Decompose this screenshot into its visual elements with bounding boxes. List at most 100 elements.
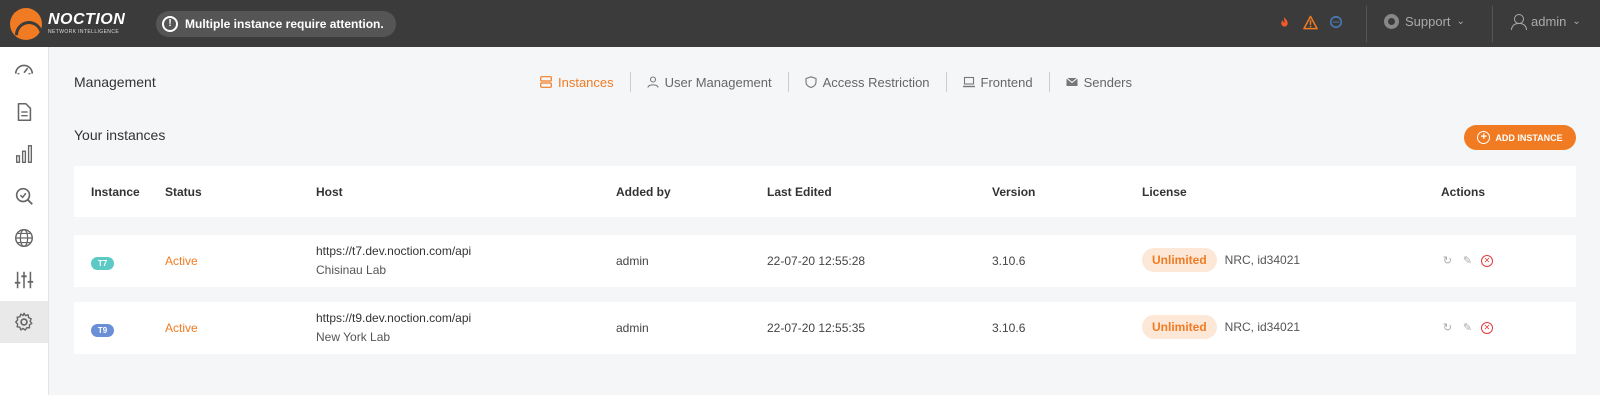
column-header-host: Host [316, 185, 343, 199]
instance-badge: T9 [91, 324, 114, 337]
logo-text: NOCTION NETWORK INTELLIGENCE [48, 12, 125, 35]
tab-instances[interactable]: Instances [540, 75, 630, 90]
instance-badge: T7 [91, 257, 114, 270]
user-label: admin [1531, 14, 1567, 29]
license-cell: Unlimited NRC, id34021 [1142, 248, 1300, 272]
tab-senders[interactable]: Senders [1050, 75, 1148, 90]
envelope-icon [1065, 77, 1078, 86]
add-instance-button[interactable]: + ADD INSTANCE [1464, 125, 1576, 150]
tab-access-restriction[interactable]: Access Restriction [789, 75, 946, 90]
lifebuoy-icon [1384, 14, 1399, 29]
user-icon [1511, 14, 1527, 30]
edit-icon[interactable]: ✎ [1461, 321, 1474, 334]
column-header-version: Version [992, 185, 1036, 199]
added-by-text: admin [616, 321, 649, 335]
chat-icon[interactable] [1328, 14, 1344, 30]
column-header-actions: Actions [1441, 185, 1486, 199]
topbar-divider [1492, 6, 1493, 42]
fire-icon[interactable] [1276, 14, 1292, 30]
notification-icons [1276, 14, 1344, 30]
sidebar-item-network[interactable] [0, 217, 48, 259]
logo[interactable]: NOCTION NETWORK INTELLIGENCE [10, 7, 140, 40]
sidebar-item-settings[interactable] [0, 301, 48, 343]
sliders-icon [14, 271, 34, 289]
row-actions: ↻ ✎ ✕ [1441, 254, 1493, 267]
alert-text: Multiple instance require attention. [185, 16, 384, 31]
chevron-down-icon: ⌄ [1456, 16, 1465, 27]
column-header-license: License [1142, 185, 1187, 199]
sidebar-item-configuration[interactable] [0, 259, 48, 301]
delete-icon[interactable]: ✕ [1481, 254, 1493, 267]
license-cell: Unlimited NRC, id34021 [1142, 315, 1300, 339]
section-title: Your instances [74, 127, 166, 143]
version-text: 3.10.6 [992, 254, 1026, 268]
tab-label: Senders [1083, 74, 1132, 90]
status-text: Active [165, 321, 198, 335]
plus-circle-icon: + [1477, 131, 1491, 144]
row-actions: ↻ ✎ ✕ [1441, 321, 1493, 334]
document-icon [17, 102, 32, 122]
license-badge: Unlimited [1142, 248, 1217, 272]
page-title: Management [74, 74, 156, 90]
instance-cell: T9 [91, 322, 114, 337]
sidebar-item-graphs[interactable] [0, 133, 48, 175]
laptop-icon [962, 76, 975, 88]
management-tabs: Instances User Management Access Restric… [540, 72, 1148, 92]
last-edited-text: 22-07-20 12:55:35 [767, 321, 866, 335]
table-row[interactable]: T9 Active https://t9.dev.noction.com/api… [74, 302, 1576, 354]
alert-icon: ! [162, 15, 178, 32]
globe-icon [15, 229, 33, 247]
top-bar: NOCTION NETWORK INTELLIGENCE ! Multiple … [0, 0, 1600, 47]
edit-icon[interactable]: ✎ [1461, 254, 1474, 267]
tab-label: Frontend [980, 74, 1033, 90]
column-header-status: Status [165, 185, 202, 199]
instance-cell: T7 [91, 255, 114, 270]
warning-icon[interactable] [1302, 14, 1318, 30]
status-text: Active [165, 254, 198, 268]
gear-icon [15, 312, 33, 331]
host-url[interactable]: https://t7.dev.noction.com/api [316, 244, 471, 258]
host-cell: https://t9.dev.noction.com/api New York … [316, 311, 471, 344]
chevron-down-icon: ⌄ [1572, 16, 1581, 27]
host-location: New York Lab [316, 330, 391, 344]
shield-icon [805, 76, 817, 88]
license-details: NRC, id34021 [1224, 320, 1301, 334]
refresh-icon[interactable]: ↻ [1441, 254, 1454, 267]
column-header-instance: Instance [91, 185, 140, 199]
tab-label: Access Restriction [822, 74, 930, 90]
sidebar-item-search[interactable] [0, 175, 48, 217]
server-icon [540, 76, 552, 88]
tab-user-management[interactable]: User Management [631, 75, 788, 90]
support-label: Support [1405, 14, 1451, 29]
host-cell: https://t7.dev.noction.com/api Chisinau … [316, 244, 471, 277]
support-menu[interactable]: Support ⌄ [1384, 14, 1465, 29]
topbar-divider [1366, 6, 1367, 42]
license-details: NRC, id34021 [1224, 253, 1301, 267]
add-instance-label: ADD INSTANCE [1495, 132, 1563, 143]
added-by-text: admin [616, 254, 649, 268]
sidebar-item-dashboard[interactable] [0, 49, 48, 91]
logo-mark-icon [10, 7, 42, 40]
last-edited-text: 22-07-20 12:55:28 [767, 254, 866, 268]
tab-label: User Management [664, 74, 772, 90]
table-row[interactable]: T7 Active https://t7.dev.noction.com/api… [74, 235, 1576, 287]
sidebar-item-reports[interactable] [0, 91, 48, 133]
refresh-icon[interactable]: ↻ [1441, 321, 1454, 334]
table-header: Instance Status Host Added by Last Edite… [74, 166, 1576, 217]
user-menu[interactable]: admin ⌄ [1511, 14, 1581, 30]
version-text: 3.10.6 [992, 321, 1026, 335]
brand-tagline: NETWORK INTELLIGENCE [48, 29, 120, 35]
bar-chart-icon [15, 145, 33, 163]
brand-name: NOCTION [48, 11, 126, 28]
delete-icon[interactable]: ✕ [1481, 321, 1493, 334]
attention-alert[interactable]: ! Multiple instance require attention. [156, 10, 396, 37]
search-check-icon [15, 187, 33, 205]
column-header-last-edited: Last Edited [767, 185, 832, 199]
host-location: Chisinau Lab [316, 263, 387, 277]
speedometer-icon [14, 64, 34, 75]
tab-frontend[interactable]: Frontend [947, 75, 1049, 90]
host-url[interactable]: https://t9.dev.noction.com/api [316, 311, 471, 325]
user-icon [647, 76, 659, 88]
tab-label: Instances [558, 74, 614, 90]
column-header-added-by: Added by [616, 185, 671, 199]
